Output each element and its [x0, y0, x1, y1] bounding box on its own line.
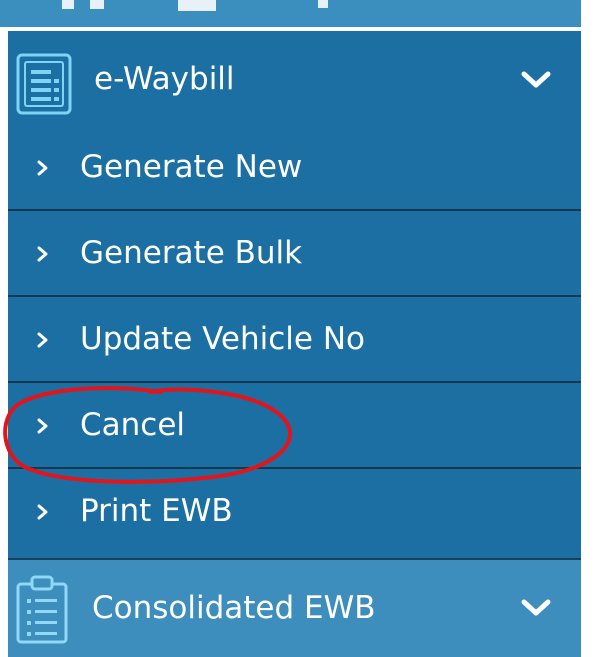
menu-item-cancel[interactable]: Cancel — [8, 385, 581, 469]
menu-item-label: Generate Bulk — [80, 235, 303, 271]
clipboard-list-icon — [16, 575, 68, 644]
sidebar-menu: e-Waybill Generate New Generate Bulk Upd… — [8, 31, 581, 657]
toolbar-icon-fragment — [62, 0, 74, 9]
menu-item-generate-new[interactable]: Generate New — [8, 127, 581, 211]
chevron-down-icon[interactable] — [520, 598, 552, 618]
chevron-right-icon — [37, 246, 48, 262]
chevron-right-icon — [37, 504, 48, 520]
menu-item-generate-bulk[interactable]: Generate Bulk — [8, 213, 581, 297]
menu-item-print-ewb[interactable]: Print EWB — [8, 471, 581, 555]
top-strip — [0, 0, 606, 30]
toolbar-icon-fragment — [318, 0, 328, 8]
menu-section-ewaybill[interactable]: e-Waybill — [8, 31, 581, 127]
chevron-right-icon — [37, 418, 48, 434]
menu-item-label: Generate New — [80, 149, 303, 185]
menu-section-label: e-Waybill — [94, 61, 235, 97]
toolbar-icon-fragment — [90, 0, 104, 9]
menu-item-label: Update Vehicle No — [80, 321, 365, 357]
menu-section-consolidated-ewb[interactable]: Consolidated EWB — [8, 558, 581, 657]
chevron-right-icon — [37, 332, 48, 348]
chevron-down-icon[interactable] — [520, 70, 552, 90]
menu-item-update-vehicle-no[interactable]: Update Vehicle No — [8, 299, 581, 383]
document-list-icon — [16, 53, 72, 115]
menu-item-label: Print EWB — [80, 493, 233, 529]
top-toolbar — [0, 0, 581, 27]
toolbar-icon-fragment — [178, 0, 216, 11]
menu-section-label: Consolidated EWB — [92, 590, 376, 626]
chevron-right-icon — [37, 160, 48, 176]
menu-item-label: Cancel — [80, 407, 186, 443]
